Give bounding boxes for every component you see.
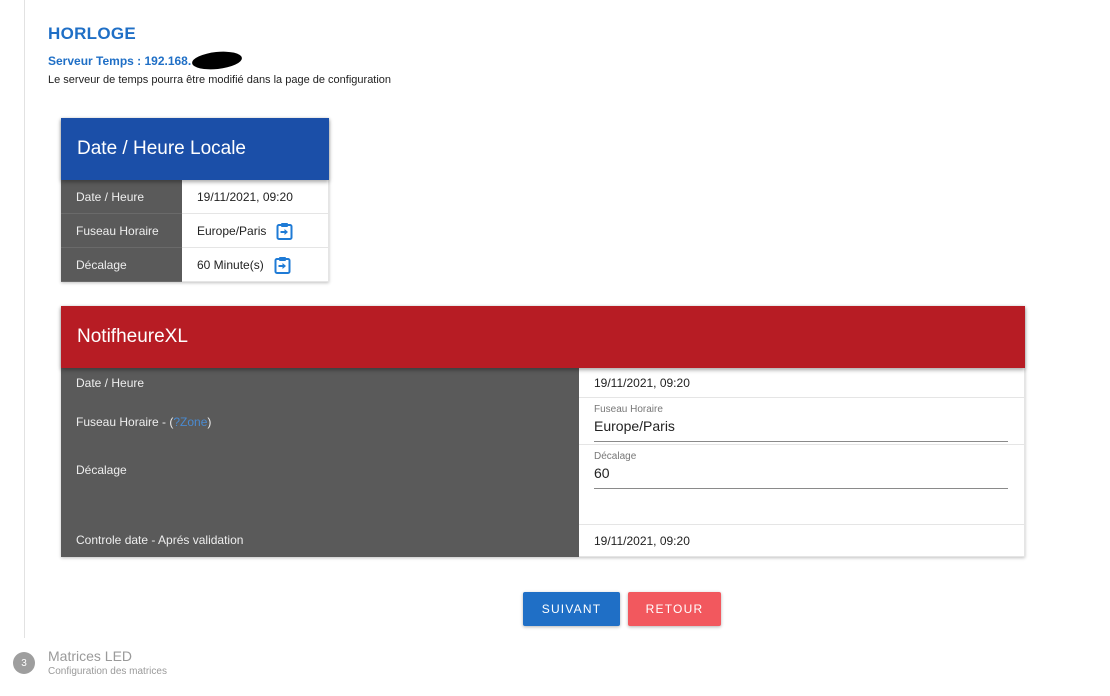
timezone-label-text: Fuseau Horaire - ( bbox=[76, 415, 174, 429]
local-timezone-label: Fuseau Horaire bbox=[61, 213, 182, 248]
local-offset-value: 60 Minute(s) bbox=[197, 257, 264, 272]
clipboard-arrow-icon[interactable] bbox=[276, 222, 293, 240]
local-date-value: 19/11/2021, 09:20 bbox=[182, 180, 329, 214]
back-button[interactable]: RETOUR bbox=[628, 592, 721, 626]
device-date-value: 19/11/2021, 09:20 bbox=[579, 368, 1024, 398]
local-offset-label: Décalage bbox=[61, 247, 182, 282]
local-card-title: Date / Heure Locale bbox=[61, 118, 329, 180]
device-date-label: Date / Heure bbox=[76, 376, 145, 390]
timezone-field-label: Fuseau Horaire bbox=[594, 404, 663, 415]
device-control-value: 19/11/2021, 09:20 bbox=[579, 525, 1024, 557]
offset-field[interactable]: Décalage 60 bbox=[579, 445, 1024, 493]
local-date-label: Date / Heure bbox=[61, 180, 182, 214]
device-labels-column: Date / Heure Fuseau Horaire - (?Zone) Dé… bbox=[61, 368, 579, 557]
device-spacer-row bbox=[61, 494, 579, 524]
device-card-body: Date / Heure Fuseau Horaire - (?Zone) Dé… bbox=[61, 368, 1025, 557]
device-card-title: NotifheureXL bbox=[61, 306, 1025, 368]
time-server-info: Serveur Temps : 192.168. bbox=[48, 49, 243, 72]
next-step-subtitle: Configuration des matrices bbox=[48, 666, 167, 677]
local-datetime-card: Date / Heure Locale Date / Heure 19/11/2… bbox=[61, 118, 329, 282]
redaction-mark bbox=[191, 49, 243, 72]
offset-input[interactable]: 60 bbox=[594, 462, 1008, 489]
page-title: HORLOGE bbox=[48, 24, 137, 43]
page: HORLOGE Serveur Temps : 192.168. Le serv… bbox=[0, 0, 1110, 696]
local-timezone-cell: Europe/Paris bbox=[182, 213, 329, 248]
timezone-label-end: ) bbox=[207, 415, 212, 429]
timezone-field[interactable]: Fuseau Horaire Europe/Paris bbox=[579, 398, 1024, 445]
device-datetime-card: NotifheureXL Date / Heure Fuseau Horaire… bbox=[61, 306, 1025, 557]
device-timezone-label: Fuseau Horaire - (?Zone) bbox=[61, 398, 579, 446]
step-number-badge[interactable]: 3 bbox=[13, 652, 35, 674]
device-offset-label: Décalage bbox=[76, 463, 127, 477]
device-spacer-cell bbox=[579, 493, 1024, 525]
device-control-label: Controle date - Aprés validation bbox=[76, 533, 244, 547]
offset-field-label: Décalage bbox=[594, 451, 637, 462]
local-datetime-table: Date / Heure 19/11/2021, 09:20 Fuseau Ho… bbox=[61, 180, 329, 282]
table-row: Décalage 60 Minute(s) bbox=[61, 247, 329, 282]
timezone-input[interactable]: Europe/Paris bbox=[594, 415, 1008, 442]
local-offset-cell: 60 Minute(s) bbox=[182, 247, 329, 282]
clipboard-arrow-icon[interactable] bbox=[274, 256, 291, 274]
page-description: Le serveur de temps pourra être modifié … bbox=[48, 74, 392, 86]
stepper-line bbox=[24, 0, 25, 638]
time-server-label: Serveur Temps : 192.168. bbox=[48, 53, 192, 68]
table-row: Fuseau Horaire Europe/Paris bbox=[61, 213, 329, 248]
local-timezone-value: Europe/Paris bbox=[197, 223, 267, 238]
next-button[interactable]: SUIVANT bbox=[523, 592, 620, 626]
next-step-title[interactable]: Matrices LED bbox=[48, 648, 132, 664]
table-row: Date / Heure 19/11/2021, 09:20 bbox=[61, 180, 329, 214]
timezone-help-link[interactable]: ?Zone bbox=[173, 415, 207, 429]
device-values-column: 19/11/2021, 09:20 Fuseau Horaire Europe/… bbox=[579, 368, 1025, 557]
